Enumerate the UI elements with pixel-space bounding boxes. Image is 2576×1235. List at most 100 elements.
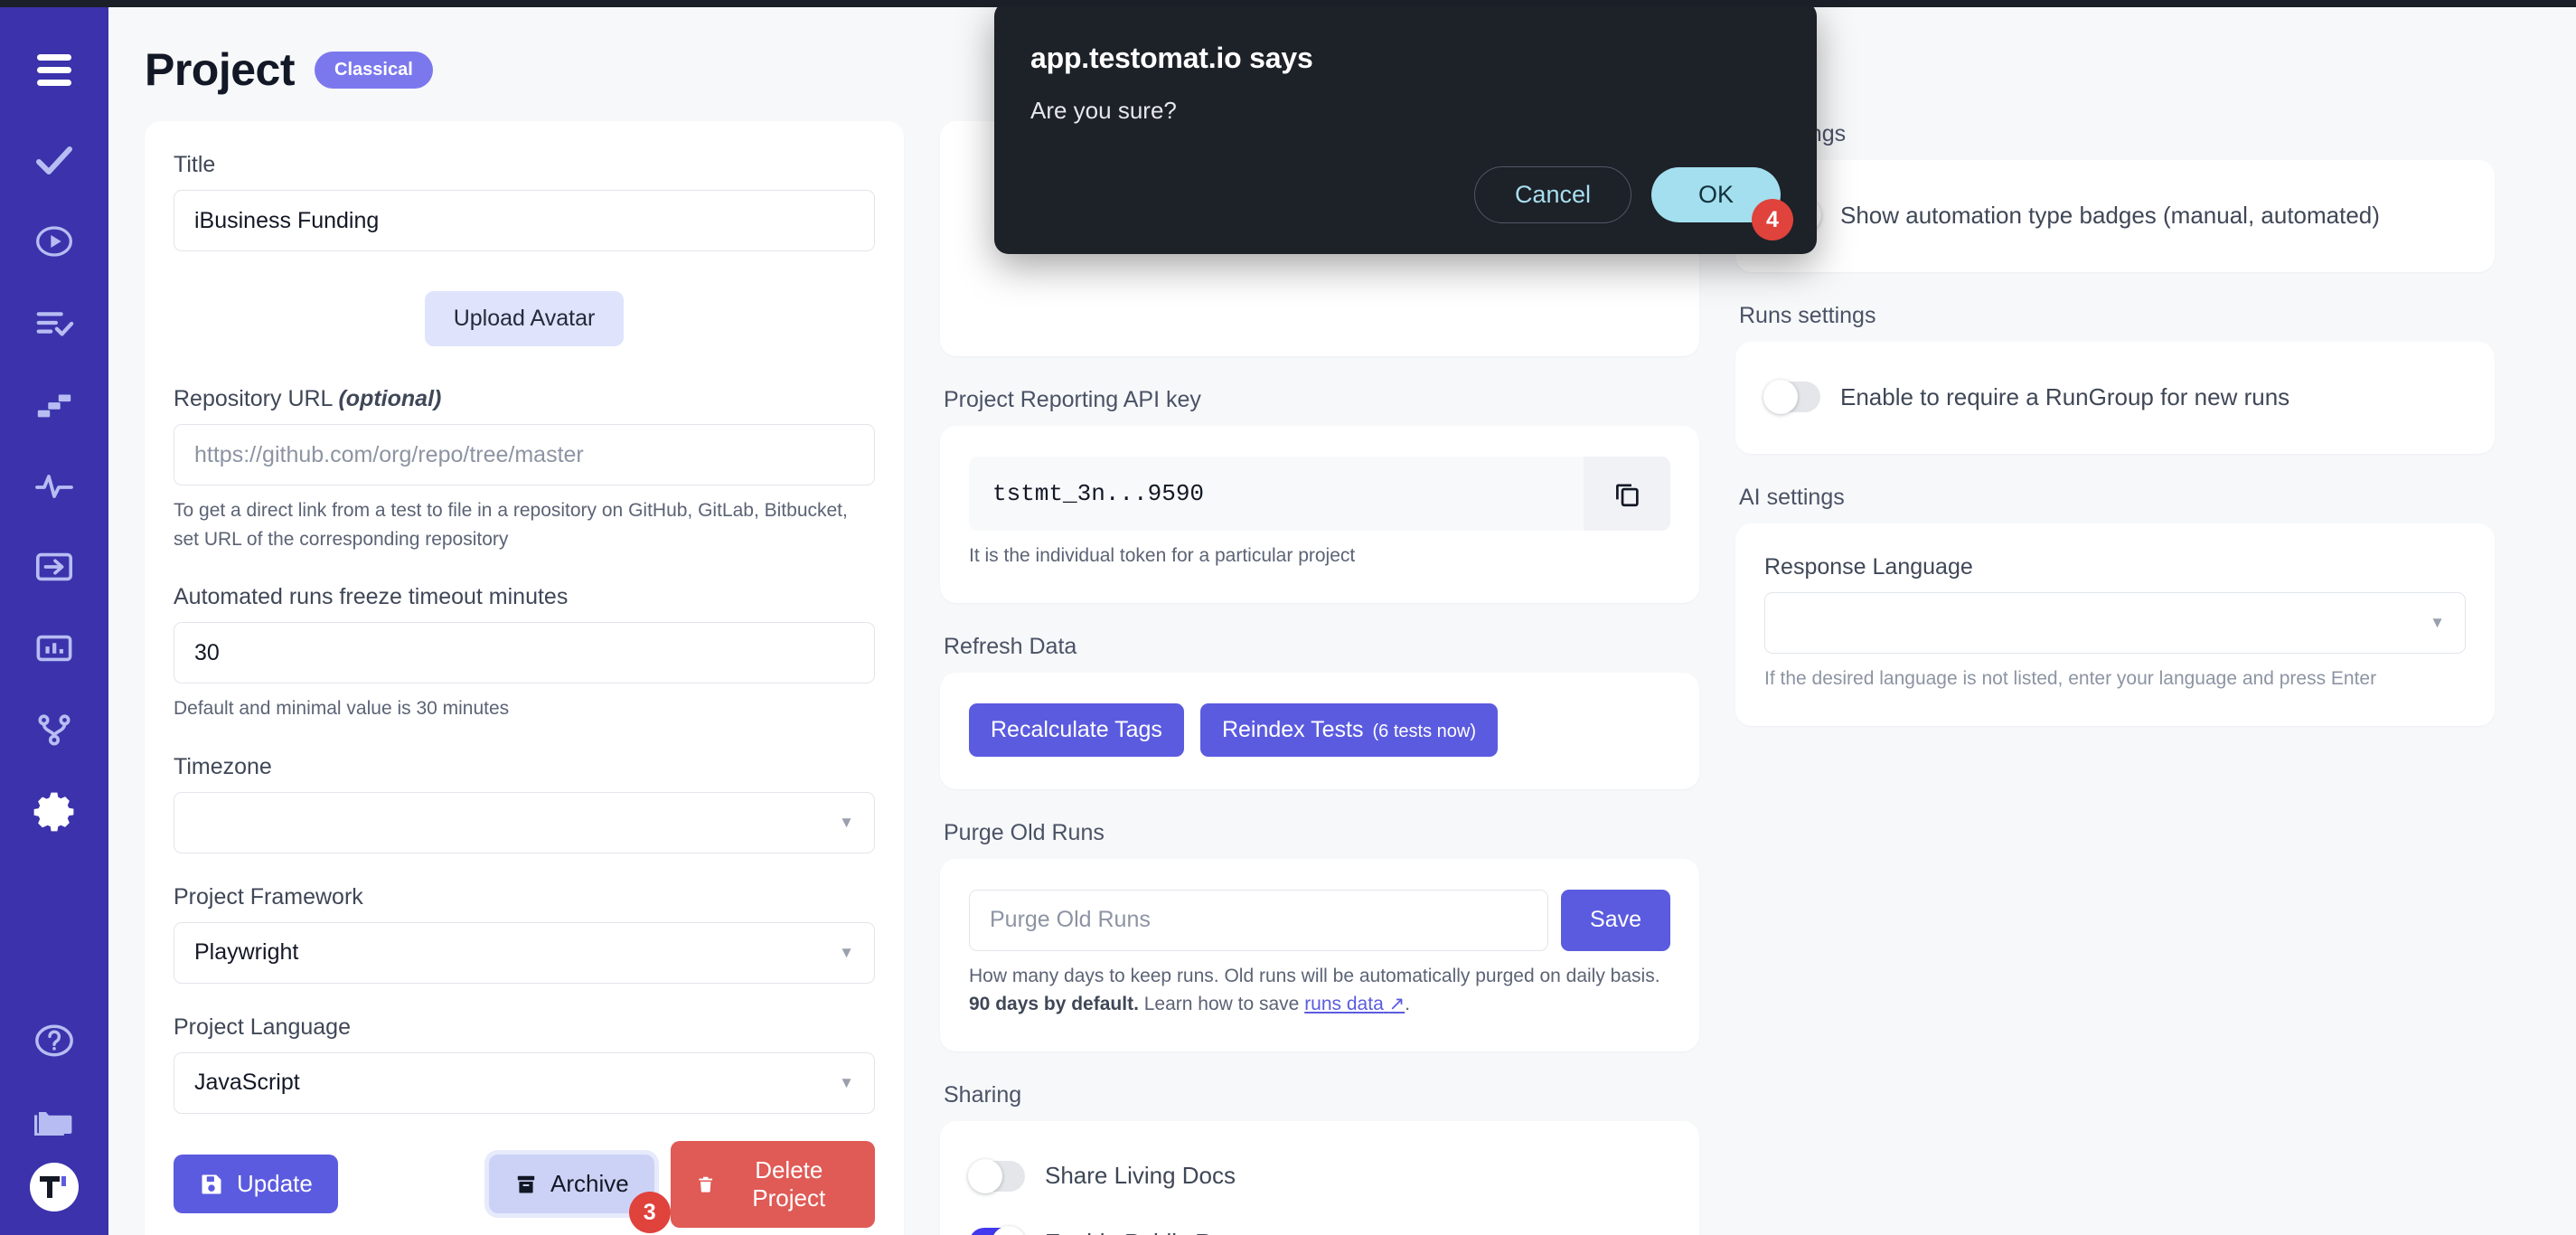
chevron-down-icon: ▼ — [839, 944, 854, 962]
dialog-ok-button[interactable]: OK 4 — [1651, 167, 1781, 222]
sidebar-item-runs[interactable] — [0, 201, 108, 282]
purge-help-part1: How many days to keep runs. Old runs wil… — [969, 966, 1660, 986]
delete-project-button-label: Delete Project — [729, 1156, 851, 1212]
sidebar-item-projects[interactable] — [0, 1081, 108, 1163]
column-api-and-data: Project Reporting API key tstmt_3n...959… — [904, 121, 1699, 1235]
refresh-buttons-row: Recalculate Tags Reindex Tests (6 tests … — [969, 703, 1670, 757]
sidebar-item-plans[interactable] — [0, 282, 108, 363]
archive-button-label: Archive — [550, 1170, 629, 1198]
share-living-docs-toggle[interactable] — [969, 1161, 1025, 1192]
sidebar-item-help[interactable] — [0, 1000, 108, 1081]
repository-url-help: To get a direct link from a test to file… — [174, 496, 875, 553]
repository-url-input[interactable]: https://github.com/org/repo/tree/master — [174, 424, 875, 486]
enable-public-report-toggle[interactable] — [969, 1228, 1025, 1235]
page-content: Project Classical Title iBusiness Fundin… — [108, 7, 2576, 1235]
trash-icon — [696, 1173, 715, 1196]
ui-settings-section-label: UI settings — [1739, 121, 2495, 147]
response-language-label: Response Language — [1764, 554, 2466, 580]
archive-step-badge: 3 — [629, 1192, 671, 1233]
freeze-timeout-input[interactable]: 30 — [174, 622, 875, 683]
list-check-icon — [33, 302, 75, 344]
repository-url-label-text: Repository URL — [174, 386, 333, 411]
folder-icon — [33, 1100, 76, 1144]
runs-settings-section-label: Runs settings — [1739, 303, 2495, 329]
sidebar-item-settings[interactable] — [0, 770, 108, 852]
require-rungroup-row: Enable to require a RunGroup for new run… — [1764, 372, 2466, 421]
project-type-badge: Classical — [315, 52, 433, 89]
purge-help-part3: . — [1405, 994, 1410, 1014]
sidebar-item-branches[interactable] — [0, 689, 108, 770]
purge-old-runs-placeholder: Purge Old Runs — [990, 907, 1151, 933]
ui-settings-card: Show automation type badges (manual, aut… — [1735, 160, 2495, 272]
timezone-select[interactable]: ▼ — [174, 792, 875, 853]
purge-help-bold: 90 days by default. — [969, 994, 1139, 1014]
sharing-card: Share Living Docs Enable Public Report — [940, 1121, 1699, 1235]
toggle-knob — [1763, 380, 1798, 414]
project-framework-value: Playwright — [194, 939, 298, 966]
external-link-icon: ↗ — [1389, 994, 1406, 1014]
project-framework-label: Project Framework — [174, 884, 875, 910]
play-circle-icon — [34, 222, 74, 261]
testomat-logo[interactable] — [30, 1163, 79, 1211]
save-icon — [199, 1172, 224, 1197]
runs-data-link[interactable]: runs data ↗ — [1304, 994, 1405, 1014]
testomat-logo-glyph — [36, 1172, 72, 1202]
recalculate-tags-button[interactable]: Recalculate Tags — [969, 703, 1184, 757]
column-project-details: Title iBusiness Funding Upload Avatar Re… — [108, 121, 904, 1235]
dialog-ok-label: OK — [1698, 181, 1734, 208]
reindex-tests-label: Reindex Tests — [1222, 717, 1364, 743]
steps-icon — [33, 383, 75, 425]
purge-old-runs-input[interactable]: Purge Old Runs — [969, 890, 1548, 951]
chart-box-icon — [33, 627, 75, 669]
sidebar-item-reports[interactable] — [0, 608, 108, 689]
sidebar-item-import[interactable] — [0, 526, 108, 608]
sidebar-item-steps[interactable] — [0, 363, 108, 445]
dialog-message: Are you sure? — [1030, 97, 1781, 125]
response-language-select[interactable]: ▼ — [1764, 592, 2466, 654]
response-language-help: If the desired language is not listed, e… — [1764, 665, 2466, 693]
reindex-tests-count: (6 tests now) — [1373, 721, 1476, 742]
reindex-tests-button[interactable]: Reindex Tests (6 tests now) — [1200, 703, 1498, 757]
menu-icon[interactable] — [0, 29, 108, 110]
dialog-cancel-button[interactable]: Cancel — [1474, 166, 1631, 223]
archive-button[interactable]: Archive 3 — [489, 1155, 654, 1213]
copy-icon[interactable] — [1584, 457, 1670, 531]
sidebar-item-activity[interactable] — [0, 445, 108, 526]
timezone-label: Timezone — [174, 754, 875, 780]
toggle-knob — [992, 1226, 1026, 1235]
browser-top-strip — [0, 0, 2576, 7]
check-icon — [33, 138, 76, 182]
purge-input-row: Purge Old Runs Save — [969, 890, 1670, 951]
project-language-select[interactable]: JavaScript ▼ — [174, 1052, 875, 1114]
api-key-field[interactable]: tstmt_3n...9590 — [969, 457, 1670, 531]
ai-settings-card: Response Language ▼ If the desired langu… — [1735, 523, 2495, 726]
delete-project-button[interactable]: Delete Project — [671, 1141, 875, 1228]
refresh-data-section-label: Refresh Data — [944, 634, 1699, 660]
purge-old-runs-help: How many days to keep runs. Old runs wil… — [969, 962, 1670, 1019]
purge-old-runs-section-label: Purge Old Runs — [944, 820, 1699, 846]
require-rungroup-toggle[interactable] — [1764, 382, 1820, 412]
project-actions-row: Update Archive 3 Delete Project — [174, 1141, 875, 1228]
runs-settings-card: Enable to require a RunGroup for new run… — [1735, 342, 2495, 454]
upload-avatar-button[interactable]: Upload Avatar — [425, 291, 625, 346]
title-input[interactable]: iBusiness Funding — [174, 190, 875, 251]
dialog-ok-step-badge: 4 — [1752, 199, 1793, 240]
import-icon — [33, 546, 75, 588]
runs-data-link-label: runs data — [1304, 994, 1384, 1014]
pulse-icon — [33, 464, 76, 507]
purge-save-button[interactable]: Save — [1561, 890, 1670, 951]
left-nav-rail — [0, 7, 108, 1235]
purge-help-part2: Learn how to save — [1139, 994, 1304, 1014]
freeze-timeout-label: Automated runs freeze timeout minutes — [174, 584, 875, 610]
project-language-label: Project Language — [174, 1014, 875, 1041]
recalculate-tags-label: Recalculate Tags — [991, 717, 1162, 743]
app-root: Project Classical Title iBusiness Fundin… — [0, 0, 2576, 1235]
upload-avatar-row: Upload Avatar — [174, 291, 875, 346]
show-automation-badges-label: Show automation type badges (manual, aut… — [1840, 202, 2380, 230]
project-language-value: JavaScript — [194, 1070, 300, 1096]
update-button[interactable]: Update — [174, 1155, 338, 1213]
menu-icon-glyph — [37, 54, 71, 86]
project-framework-select[interactable]: Playwright ▼ — [174, 922, 875, 984]
sidebar-item-tests[interactable] — [0, 119, 108, 201]
update-button-label: Update — [237, 1170, 313, 1198]
